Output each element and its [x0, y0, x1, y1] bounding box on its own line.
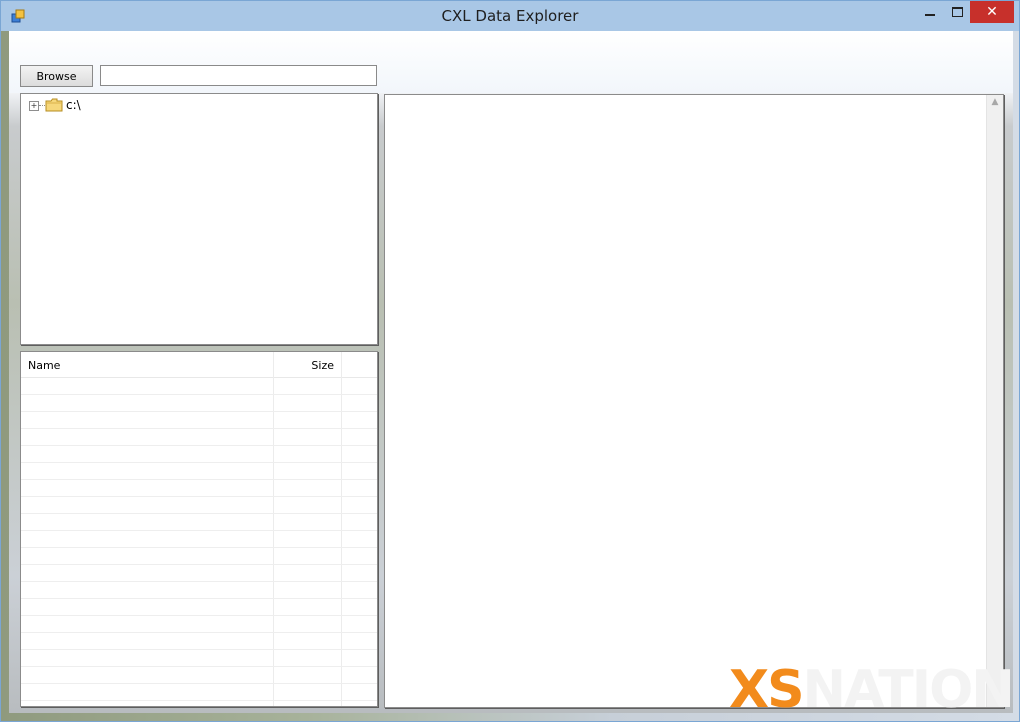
maximize-icon: [952, 7, 963, 17]
table-row-gridline: [21, 394, 377, 395]
close-icon: ✕: [986, 4, 998, 20]
list-rows: [21, 377, 377, 706]
table-row-gridline: [21, 428, 377, 429]
table-row-gridline: [21, 479, 377, 480]
table-row-gridline: [21, 411, 377, 412]
table-row-gridline: [21, 530, 377, 531]
table-row-gridline: [21, 649, 377, 650]
column-header-size[interactable]: Size: [274, 359, 334, 372]
maximize-button[interactable]: [944, 1, 970, 23]
table-row-gridline: [21, 598, 377, 599]
folder-icon: [45, 98, 63, 112]
table-row-gridline: [21, 632, 377, 633]
path-input[interactable]: [100, 65, 377, 86]
table-row-gridline: [21, 496, 377, 497]
folder-tree[interactable]: + c:\: [20, 93, 378, 345]
title-bar[interactable]: CXL Data Explorer ✕: [1, 1, 1019, 31]
scroll-up-icon[interactable]: ▲: [987, 97, 1003, 111]
watermark-text: NATION: [802, 660, 1015, 720]
table-row-gridline: [21, 445, 377, 446]
column-header-name[interactable]: Name: [28, 359, 60, 372]
browse-button[interactable]: Browse: [20, 65, 93, 87]
table-row-gridline: [21, 683, 377, 684]
minimize-button[interactable]: [916, 1, 944, 23]
close-button[interactable]: ✕: [970, 1, 1014, 23]
content-viewer[interactable]: ▲: [384, 94, 1004, 708]
minimize-icon: [925, 14, 935, 16]
table-row-gridline: [21, 700, 377, 701]
table-row-gridline: [21, 615, 377, 616]
column-gridline: [273, 377, 274, 706]
app-window: CXL Data Explorer ✕ Browse + c:\ Name Si…: [0, 0, 1020, 722]
client-area: Browse + c:\ Name Size ▲: [9, 31, 1013, 713]
column-divider[interactable]: [341, 352, 342, 377]
table-row-gridline: [21, 462, 377, 463]
expand-icon[interactable]: +: [29, 101, 39, 111]
table-row-gridline: [21, 513, 377, 514]
table-row-gridline: [21, 581, 377, 582]
tree-node-label: c:\: [66, 98, 81, 112]
table-row-gridline: [21, 564, 377, 565]
column-gridline: [341, 377, 342, 706]
list-header: Name Size: [21, 352, 377, 378]
watermark-logo: XSNATION: [729, 660, 1015, 720]
window-title: CXL Data Explorer: [441, 7, 579, 25]
file-list[interactable]: Name Size: [20, 351, 378, 707]
table-row-gridline: [21, 547, 377, 548]
watermark-accent-text: XS: [729, 660, 805, 720]
vertical-scrollbar[interactable]: ▲: [986, 95, 1003, 707]
table-row-gridline: [21, 666, 377, 667]
